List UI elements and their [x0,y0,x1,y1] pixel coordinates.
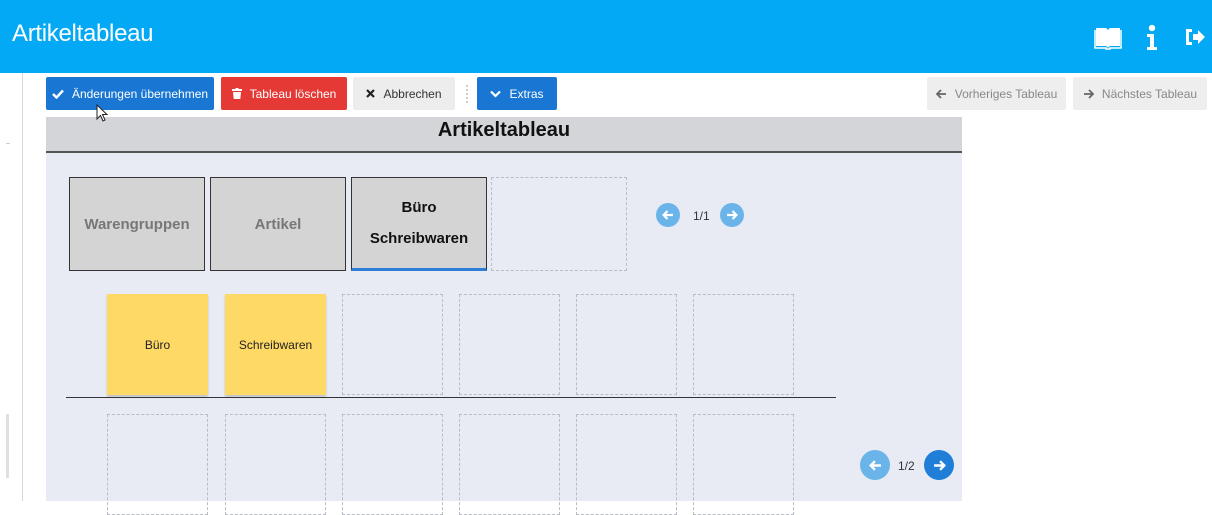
trash-icon [231,88,242,99]
article-tile-buero[interactable]: Büro [107,294,208,395]
app-title: Artikeltableau [12,20,154,47]
toolbar-separator [466,85,468,103]
panel-title: Artikeltableau [437,119,571,141]
arrow-left-icon [935,88,946,99]
previous-tableau-button[interactable]: Vorheriges Tableau [927,77,1066,110]
empty-article-slot[interactable] [342,294,443,395]
arrow-left-icon [868,459,881,471]
next-tableau-button[interactable]: Nächstes Tableau [1073,77,1207,110]
extras-label: Extras [509,86,544,101]
empty-article-slot[interactable] [459,294,560,395]
nav-prev-page-button[interactable] [656,203,680,227]
arrow-right-icon [933,459,946,471]
arrow-left-icon [662,210,673,220]
logout-icon[interactable] [1184,24,1212,52]
delete-tableau-label: Tableau löschen [249,86,337,101]
empty-article-slot[interactable] [225,414,326,515]
delete-tableau-button[interactable]: Tableau löschen [221,77,347,110]
nav-tile-label-line1: Büro [401,199,437,216]
nav-tile-label: Warengruppen [84,215,190,233]
nav-tile-label-line2: Schreibwaren [369,230,469,247]
empty-article-slot[interactable] [459,414,560,515]
cancel-button[interactable]: Abbrechen [353,77,455,110]
article-tile-label: Schreibwaren [238,337,313,352]
apply-changes-button[interactable]: Änderungen übernehmen [46,77,214,110]
empty-article-slot[interactable] [576,414,677,515]
empty-article-slot[interactable] [693,414,794,515]
arrow-right-icon [1083,88,1094,99]
close-icon [366,89,376,98]
left-scroll-mark [6,414,9,478]
articles-page-indicator: 1/2 [898,459,915,473]
apply-changes-label: Änderungen übernehmen [71,86,209,101]
nav-tile-artikel[interactable]: Artikel [210,177,346,271]
info-icon[interactable] [1144,24,1172,52]
previous-tableau-label: Vorheriges Tableau [954,86,1058,101]
chevron-down-icon [490,90,502,98]
nav-tile-label: Artikel [254,215,302,233]
articles-prev-page-button[interactable] [860,450,890,480]
panel-header: Artikeltableau [46,117,962,153]
app-header: Artikeltableau [0,0,1212,73]
empty-article-slot[interactable] [693,294,794,395]
empty-article-slot[interactable] [576,294,677,395]
book-icon[interactable] [1094,24,1122,52]
left-divider [22,73,23,501]
mouse-cursor-icon [96,103,110,129]
empty-article-slot[interactable] [342,414,443,515]
cancel-label: Abbrechen [383,86,442,101]
nav-tile-warengruppen[interactable]: Warengruppen [69,177,205,271]
row-divider [66,397,836,398]
tableau-panel: Artikeltableau Warengruppen Artikel Büro… [46,117,962,515]
empty-article-slot[interactable] [107,414,208,515]
empty-nav-slot[interactable] [491,177,627,271]
left-tick [6,143,10,144]
article-tile-schreibwaren[interactable]: Schreibwaren [225,294,326,395]
check-icon [52,89,64,99]
nav-page-indicator: 1/1 [693,209,710,223]
nav-next-page-button[interactable] [720,203,744,227]
nav-tile-label-wrap: Büro Schreibwaren [370,192,468,254]
extras-button[interactable]: Extras [477,77,557,110]
next-tableau-label: Nächstes Tableau [1101,86,1198,101]
articles-next-page-button[interactable] [924,450,954,480]
nav-tile-buero-schreibwaren[interactable]: Büro Schreibwaren [351,177,487,271]
article-tile-label: Büro [144,337,171,352]
arrow-right-icon [727,210,738,220]
